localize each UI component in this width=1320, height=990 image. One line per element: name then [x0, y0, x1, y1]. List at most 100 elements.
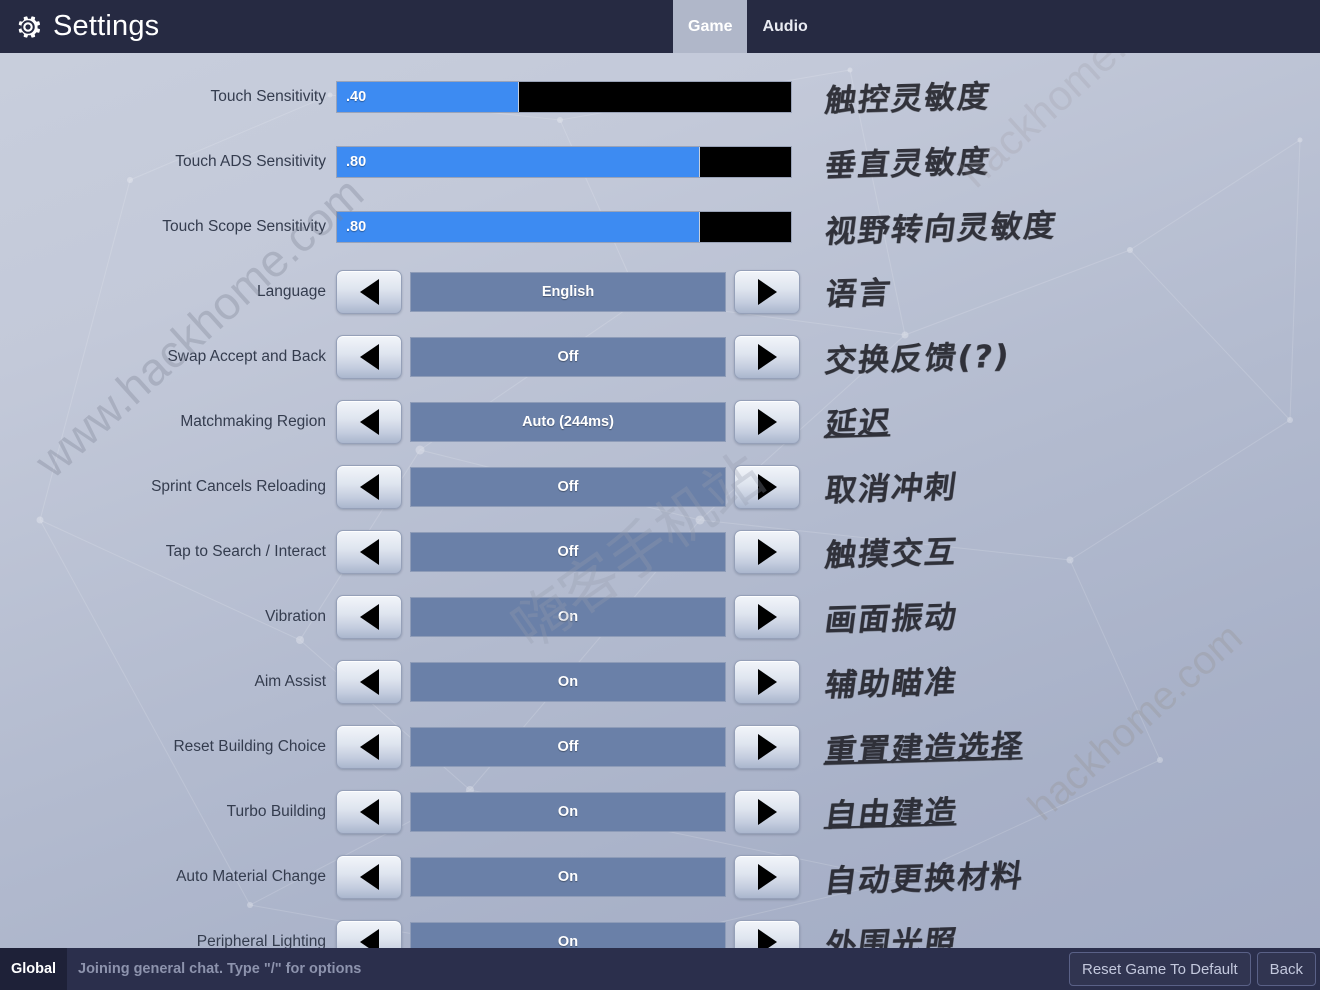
next-option-button[interactable] [734, 400, 800, 444]
setting-row: Auto Material Change On [0, 845, 1320, 909]
next-option-button[interactable] [734, 725, 800, 769]
next-option-button[interactable] [734, 595, 800, 639]
option-stepper: Off [336, 335, 800, 379]
tab-audio[interactable]: Audio [747, 0, 822, 53]
option-value[interactable]: Off [410, 727, 726, 767]
setting-label: Touch Sensitivity [210, 88, 326, 105]
previous-option-button[interactable] [336, 595, 402, 639]
option-value[interactable]: Off [410, 467, 726, 507]
next-option-button[interactable] [734, 790, 800, 834]
handwritten-annotation: 辅助瞄准 [822, 664, 961, 704]
setting-row: Turbo Building On [0, 780, 1320, 844]
triangle-left-icon [359, 734, 379, 760]
setting-label: Turbo Building [226, 803, 326, 820]
handwritten-annotation: 延迟 [823, 405, 895, 443]
setting-row: Language English [0, 260, 1320, 324]
triangle-right-icon [757, 474, 777, 500]
next-option-button[interactable] [734, 335, 800, 379]
option-value[interactable]: On [410, 662, 726, 702]
option-value[interactable]: On [410, 857, 726, 897]
triangle-right-icon [757, 344, 777, 370]
chat-channel-badge[interactable]: Global [0, 948, 67, 990]
settings-screen: Settings Game Audio Touch Sensitivity .40… [0, 0, 1320, 990]
header-bar: Settings Game Audio [0, 0, 1320, 53]
setting-row: Touch ADS Sensitivity .80 [0, 130, 1320, 194]
sensitivity-slider[interactable]: .80 [336, 211, 792, 243]
back-button[interactable]: Back [1256, 952, 1316, 986]
handwritten-annotation: 触摸交互 [822, 534, 961, 574]
previous-option-button[interactable] [336, 270, 402, 314]
next-option-button[interactable] [734, 660, 800, 704]
handwritten-annotation: 重置建造选择 [822, 728, 1027, 770]
bottom-bar: Global Joining general chat. Type "/" fo… [0, 948, 1320, 990]
previous-option-button[interactable] [336, 855, 402, 899]
previous-option-button[interactable] [336, 335, 402, 379]
sensitivity-slider[interactable]: .40 [336, 81, 792, 113]
bottom-actions: Reset Game To Default Back [1069, 952, 1316, 986]
setting-row: Sprint Cancels Reloading Off [0, 455, 1320, 519]
reset-game-to-default-button[interactable]: Reset Game To Default [1069, 952, 1251, 986]
triangle-right-icon [757, 669, 777, 695]
tab-game[interactable]: Game [673, 0, 748, 53]
option-value[interactable]: On [410, 597, 726, 637]
handwritten-annotation: 视野转向灵敏度 [822, 207, 1060, 251]
triangle-left-icon [359, 604, 379, 630]
option-value[interactable]: Off [410, 532, 726, 572]
setting-label: Auto Material Change [176, 868, 326, 885]
setting-row: Swap Accept and Back Off [0, 325, 1320, 389]
option-stepper: On [336, 595, 800, 639]
handwritten-annotation: 垂直灵敏度 [822, 143, 994, 185]
handwritten-annotation: 触控灵敏度 [822, 78, 994, 120]
triangle-right-icon [757, 799, 777, 825]
previous-option-button[interactable] [336, 465, 402, 509]
triangle-left-icon [359, 539, 379, 565]
setting-label: Swap Accept and Back [167, 348, 326, 365]
previous-option-button[interactable] [336, 725, 402, 769]
setting-label: Vibration [265, 608, 326, 625]
triangle-left-icon [359, 669, 379, 695]
triangle-left-icon [359, 279, 379, 305]
triangle-left-icon [359, 409, 379, 435]
handwritten-annotation: 交换反馈(?) [822, 338, 1013, 380]
next-option-button[interactable] [734, 270, 800, 314]
triangle-right-icon [757, 279, 777, 305]
option-stepper: On [336, 855, 800, 899]
sensitivity-slider[interactable]: .80 [336, 146, 792, 178]
setting-row: Vibration On [0, 585, 1320, 649]
slider-fill [337, 147, 701, 177]
triangle-left-icon [359, 799, 379, 825]
option-stepper: Off [336, 465, 800, 509]
handwritten-annotation: 自由建造 [822, 794, 961, 834]
option-stepper: On [336, 790, 800, 834]
previous-option-button[interactable] [336, 790, 402, 834]
triangle-left-icon [359, 864, 379, 890]
option-stepper: Off [336, 530, 800, 574]
setting-row: Tap to Search / Interact Off [0, 520, 1320, 584]
next-option-button[interactable] [734, 465, 800, 509]
next-option-button[interactable] [734, 530, 800, 574]
triangle-right-icon [757, 864, 777, 890]
slider-value: .80 [346, 154, 367, 170]
settings-tabs: Game Audio [673, 0, 823, 53]
setting-label: Aim Assist [254, 673, 326, 690]
previous-option-button[interactable] [336, 400, 402, 444]
triangle-right-icon [757, 409, 777, 435]
previous-option-button[interactable] [336, 530, 402, 574]
setting-row: Touch Sensitivity .40 [0, 65, 1320, 129]
option-stepper: Auto (244ms) [336, 400, 800, 444]
gear-icon [11, 10, 45, 44]
setting-label: Sprint Cancels Reloading [151, 478, 326, 495]
option-value[interactable]: Auto (244ms) [410, 402, 726, 442]
option-value[interactable]: English [410, 272, 726, 312]
setting-label: Reset Building Choice [173, 738, 326, 755]
triangle-right-icon [757, 734, 777, 760]
page-title: Settings [53, 10, 160, 42]
option-value[interactable]: On [410, 792, 726, 832]
settings-list: Touch Sensitivity .40 Touch ADS Sensitivit… [0, 53, 1320, 964]
slider-value: .40 [346, 89, 367, 105]
previous-option-button[interactable] [336, 660, 402, 704]
setting-label: Touch ADS Sensitivity [175, 153, 326, 170]
next-option-button[interactable] [734, 855, 800, 899]
option-value[interactable]: Off [410, 337, 726, 377]
handwritten-annotation: 自动更换材料 [822, 858, 1027, 900]
